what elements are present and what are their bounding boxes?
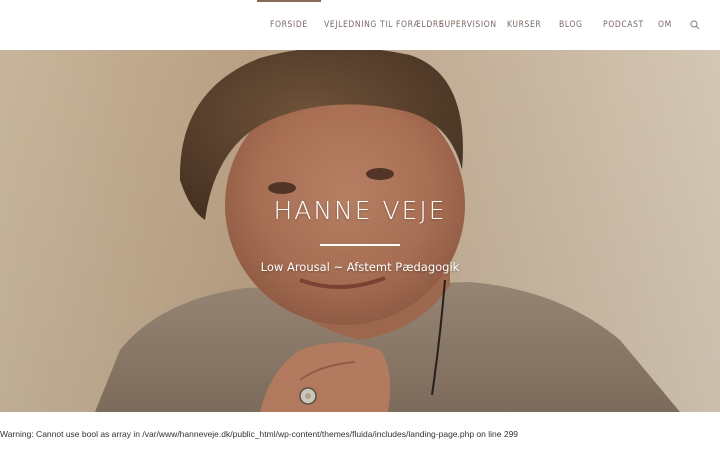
nav-item-vejledning[interactable]: VEJLEDNING TIL FORÆLDRE (324, 0, 444, 50)
search-icon[interactable] (690, 20, 700, 30)
hero-subtitle: Low Arousal ~ Afstemt Pædagogik (260, 260, 460, 274)
nav-item-kurser[interactable]: KURSER (507, 0, 541, 50)
nav-item-blog[interactable]: BLOG (559, 0, 583, 50)
hero-divider (320, 244, 400, 246)
site-header: FORSIDE VEJLEDNING TIL FORÆLDRE SUPERVIS… (0, 0, 720, 50)
nav-item-supervision[interactable]: SUPERVISION (439, 0, 497, 50)
nav-item-om[interactable]: OM (658, 0, 672, 50)
nav-item-forside[interactable]: FORSIDE (257, 0, 321, 52)
hero-banner: HANNE VEJE Low Arousal ~ Afstemt Pædagog… (0, 50, 720, 412)
hero-title: HANNE VEJE (273, 196, 447, 225)
nav-item-podcast[interactable]: PODCAST (603, 0, 644, 50)
hero-photo (0, 50, 720, 412)
php-warning-text: Warning: Cannot use bool as array in /va… (0, 429, 519, 439)
